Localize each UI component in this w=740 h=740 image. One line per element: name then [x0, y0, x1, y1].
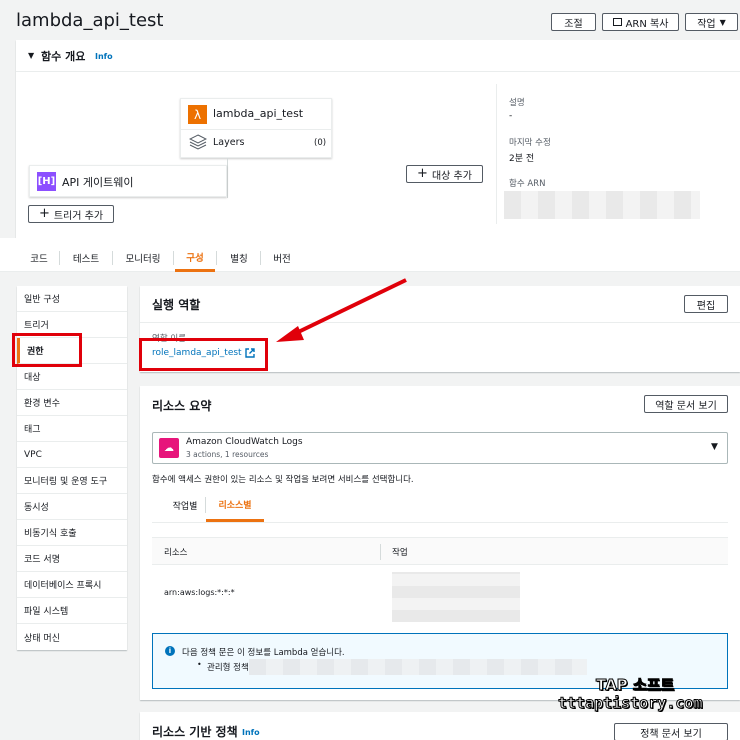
layers-label: Layers	[213, 137, 245, 148]
sidebar-item-concurrency[interactable]: 동시성	[17, 494, 127, 520]
sidebar-item-file-system[interactable]: 파일 시스템	[17, 598, 127, 624]
last-modified-value: 2분 전	[509, 154, 535, 164]
tab-separator	[112, 251, 113, 265]
view-role-document-button[interactable]: 역할 문서 보기	[644, 395, 728, 413]
copy-icon	[612, 18, 622, 26]
service-hint: 함수에 액세스 권한이 있는 리소스 및 작업을 보려면 서비스를 선택합니다.	[152, 475, 414, 485]
tab-versions[interactable]: 버전	[263, 244, 301, 272]
overview-title: 함수 개요	[41, 50, 86, 63]
tab-separator	[260, 251, 261, 265]
watermark-line2: tttaptistory.com	[558, 694, 703, 713]
lambda-icon: λ	[188, 105, 207, 124]
info-icon: i	[165, 646, 175, 656]
tab-separator	[216, 251, 217, 265]
sidebar-item-env-vars[interactable]: 환경 변수	[17, 390, 127, 416]
cloudwatch-icon: ☁	[159, 438, 179, 458]
info-text: 다음 정책 문은 이 정보를 Lambda 얻습니다.	[182, 648, 345, 658]
col-action: 작업	[392, 548, 408, 558]
sidebar-item-db-proxy[interactable]: 데이터베이스 프록시	[17, 572, 127, 598]
description-value: -	[509, 111, 513, 121]
tab-separator	[59, 251, 60, 265]
layers-icon	[189, 134, 207, 150]
bullet: •	[197, 660, 202, 669]
tab-configuration[interactable]: 구성	[175, 244, 215, 272]
resource-summary-panel: 리소스 요약 역할 문서 보기 ☁ Amazon CloudWatch Logs…	[140, 386, 740, 700]
function-name: lambda_api_test	[213, 107, 304, 120]
managed-policy-label: 관리형 정책	[207, 663, 249, 673]
trigger-box[interactable]: [H] API 게이트웨이	[29, 165, 227, 197]
service-subtitle: 3 actions, 1 resources	[186, 450, 269, 459]
policy-redacted	[249, 659, 587, 675]
adjust-button[interactable]: 조절	[551, 13, 596, 31]
sidebar-item-code-signing[interactable]: 코드 서명	[17, 546, 127, 572]
watermark-line1: TAP 소프트	[595, 676, 675, 695]
sidebar-item-vpc[interactable]: VPC	[17, 442, 127, 468]
service-name: Amazon CloudWatch Logs	[186, 437, 303, 447]
tab-alias[interactable]: 별칭	[219, 244, 259, 272]
tabs-underline	[152, 522, 728, 523]
sidebar-item-general[interactable]: 일반 구성	[17, 286, 127, 312]
col-resource: 리소스	[164, 548, 188, 558]
last-modified-label: 마지막 수정	[509, 138, 551, 148]
function-box[interactable]: λ lambda_api_test Layers (0)	[180, 98, 332, 158]
page-header: lambda_api_test 조절 ARN 복사 작업 ▼	[0, 0, 740, 40]
view-policy-document-button[interactable]: 정책 문서 보기	[614, 723, 728, 740]
resource-policy-title: 리소스 기반 정책	[152, 725, 238, 739]
api-gateway-icon: [H]	[37, 172, 56, 191]
highlight-box-permissions	[12, 333, 82, 367]
layers-count: (0)	[314, 138, 327, 148]
caret-down-icon: ▼	[28, 51, 35, 60]
sidebar-item-monitoring-tools[interactable]: 모니터링 및 운영 도구	[17, 468, 127, 494]
add-trigger-button[interactable]: + 트리거 추가	[28, 205, 114, 223]
annotation-arrow	[276, 278, 407, 342]
tab-by-resource[interactable]: 리소스별	[206, 490, 264, 522]
info-link[interactable]: Info	[95, 52, 113, 61]
col-divider	[380, 544, 381, 560]
sidebar-item-destinations[interactable]: 대상	[17, 364, 127, 390]
copy-arn-button[interactable]: ARN 복사	[602, 13, 679, 31]
tab-monitoring[interactable]: 모니터링	[114, 244, 172, 272]
edit-button[interactable]: 편집	[684, 295, 728, 313]
sidebar-item-async[interactable]: 비동기식 호출	[17, 520, 127, 546]
table-row: arn:aws:logs:*:*:*	[152, 566, 728, 622]
arn-redacted	[504, 191, 700, 219]
service-select[interactable]: ☁ Amazon CloudWatch Logs 3 actions, 1 re…	[152, 432, 728, 464]
plus-icon: +	[417, 166, 428, 181]
sidebar-item-tags[interactable]: 태그	[17, 416, 127, 442]
plus-icon: +	[38, 206, 50, 221]
sidebar-item-state-machine[interactable]: 상태 머신	[17, 624, 127, 650]
highlight-box-role-name	[139, 338, 268, 371]
caret-down-icon: ▼	[711, 442, 718, 452]
execution-role-title: 실행 역할	[152, 298, 201, 312]
info-link[interactable]: Info	[242, 728, 260, 737]
resource-table-header: 리소스 작업	[152, 537, 728, 565]
panel-header-divider	[140, 322, 740, 323]
divider	[181, 129, 331, 130]
tab-test[interactable]: 테스트	[62, 244, 110, 272]
tab-code[interactable]: 코드	[20, 244, 58, 272]
overview-header[interactable]: ▼ 함수 개요 Info	[16, 40, 740, 72]
tab-separator	[173, 251, 174, 265]
resource-summary-title: 리소스 요약	[152, 399, 212, 413]
function-overview-panel: ▼ 함수 개요 Info λ lambda_api_test Layers (0…	[16, 40, 740, 238]
resource-arn: arn:aws:logs:*:*:*	[164, 588, 235, 597]
page-title: lambda_api_test	[16, 10, 164, 31]
actions-dropdown[interactable]: 작업 ▼	[685, 13, 738, 31]
tab-by-action[interactable]: 작업별	[164, 490, 206, 520]
trigger-name: API 게이트웨이	[62, 176, 134, 189]
connector-line	[227, 158, 228, 198]
info-column-divider	[496, 84, 497, 224]
tab-bar	[0, 238, 740, 272]
arn-label: 함수 ARN	[509, 179, 546, 189]
actions-redacted	[392, 572, 520, 622]
watermark: TAP 소프트 tttaptistory.com	[556, 674, 740, 718]
caret-down-icon: ▼	[719, 17, 726, 27]
add-destination-button[interactable]: + 대상 추가	[406, 165, 483, 183]
description-label: 설명	[509, 98, 525, 108]
